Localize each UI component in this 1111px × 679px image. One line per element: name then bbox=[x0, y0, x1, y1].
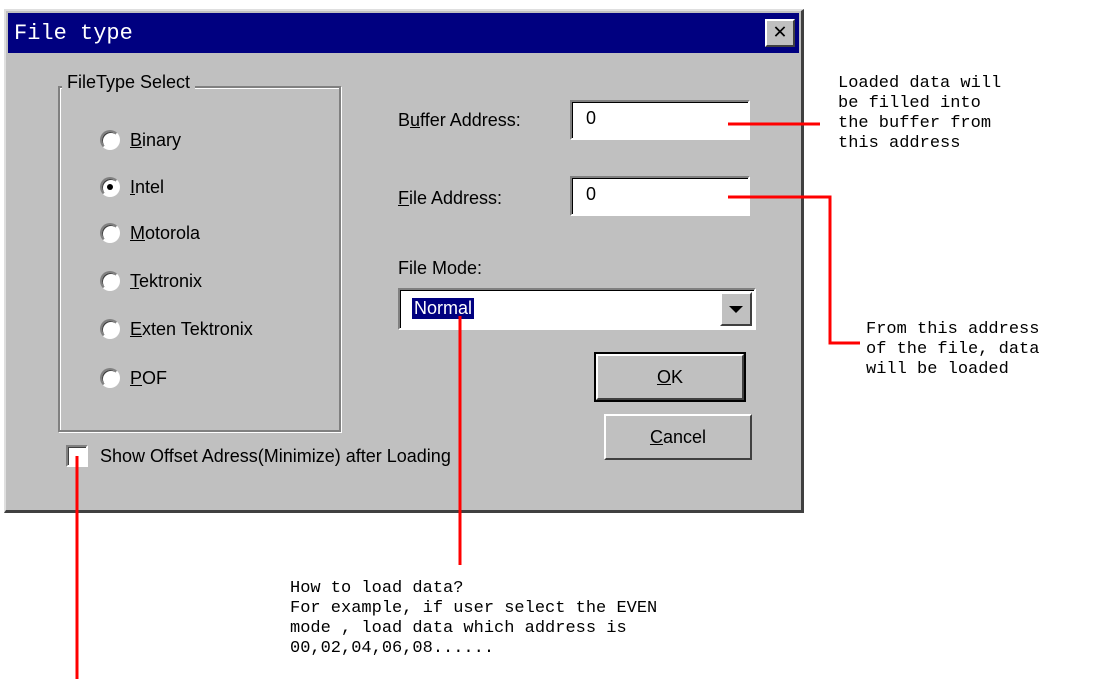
annotation-file-mode: How to load data? For example, if user s… bbox=[290, 579, 658, 658]
annotation-file-address: From this address of the file, data will… bbox=[866, 320, 1040, 379]
annotation-buffer: Loaded data will be filled into the buff… bbox=[838, 74, 1002, 153]
annotation-line-file-address bbox=[728, 195, 860, 345]
